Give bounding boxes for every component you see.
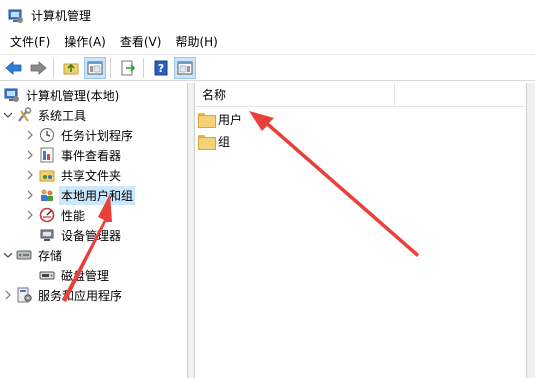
event-log-icon [39,147,55,163]
tree-label: 本地用户和组 [59,185,136,205]
tree-label: 共享文件夹 [61,168,122,183]
tree-item-event-viewer[interactable]: 事件查看器 [24,145,123,165]
tree-item-computer-management[interactable]: 计算机管理(本地) [2,85,121,105]
toolbar-separator [110,57,111,78]
chevron-right-icon[interactable] [24,145,36,165]
chevron-down-icon[interactable] [2,245,14,265]
tree-item-storage[interactable]: 存储 [2,245,64,265]
tools-icon [16,107,32,123]
toolbar-separator [143,57,144,78]
menu-file[interactable]: 文件(F) [0,31,57,53]
list-item-users[interactable]: 用户 [198,109,242,129]
tree-label: 服务和应用程序 [38,288,123,303]
tree-item-system-tools[interactable]: 系统工具 [2,105,88,125]
list-item-label: 组 [218,134,231,149]
help-icon[interactable]: ? [150,57,172,79]
show-action-pane-icon[interactable] [174,56,196,79]
export-list-icon[interactable] [117,57,139,79]
chevron-right-icon[interactable] [24,125,36,145]
list-header: 名称 [195,82,526,107]
toolbar: ? [0,54,535,81]
chevron-right-icon[interactable] [24,205,36,225]
chevron-right-icon[interactable] [24,185,36,205]
chevron-right-icon[interactable] [24,165,36,185]
tree-label: 性能 [61,208,86,223]
clock-icon [39,127,55,143]
tree-label: 任务计划程序 [61,128,134,143]
computer-management-icon [8,8,24,24]
column-header-name[interactable]: 名称 [195,82,395,107]
window-title: 计算机管理 [31,9,92,23]
menu-action[interactable]: 操作(A) [57,31,113,53]
tree-label: 事件查看器 [61,148,122,163]
list-item-groups[interactable]: 组 [198,131,230,151]
services-icon [16,287,32,303]
performance-icon [39,207,55,223]
show-hide-tree-icon[interactable] [84,56,106,79]
svg-text:?: ? [158,62,164,75]
tree-item-services-applications[interactable]: 服务和应用程序 [2,285,124,305]
chevron-right-icon[interactable] [2,285,14,305]
tree-item-shared-folders[interactable]: 共享文件夹 [24,165,123,185]
up-folder-icon[interactable] [60,57,82,79]
menu-help[interactable]: 帮助(H) [168,31,224,53]
folder-icon [198,134,216,150]
shared-folder-icon [39,167,55,183]
tree-label: 存储 [38,248,63,263]
tree-item-local-users-groups[interactable]: 本地用户和组 [24,185,136,205]
window-edge [527,83,535,378]
storage-icon [16,247,32,263]
menu-bar: 文件(F) 操作(A) 查看(V) 帮助(H) [0,31,535,53]
tree-item-disk-management[interactable]: 磁盘管理 [36,265,111,285]
folder-icon [198,112,216,128]
tree-label: 计算机管理(本地) [26,88,120,103]
toolbar-separator [53,57,54,78]
tree-label: 系统工具 [38,108,87,123]
details-pane: 名称 用户 组 [194,82,527,378]
forward-arrow-icon[interactable] [27,57,49,79]
computer-management-icon [4,87,20,103]
tree-item-device-manager[interactable]: 设备管理器 [36,225,123,245]
users-icon [39,187,55,203]
menu-view[interactable]: 查看(V) [113,31,169,53]
tree-label: 设备管理器 [61,228,122,243]
tree-item-task-scheduler[interactable]: 任务计划程序 [24,125,135,145]
device-manager-icon [39,227,55,243]
navigation-tree[interactable]: 计算机管理(本地) 系统工具 任务计划程序 事件查看器 共享文件夹 本地用户和组… [0,83,188,378]
title-bar: 计算机管理 [0,0,535,31]
back-arrow-icon[interactable] [3,57,25,79]
tree-label: 磁盘管理 [61,268,110,283]
disk-icon [39,267,55,283]
chevron-down-icon[interactable] [2,105,14,125]
list-item-label: 用户 [218,112,243,127]
tree-item-performance[interactable]: 性能 [24,205,87,225]
